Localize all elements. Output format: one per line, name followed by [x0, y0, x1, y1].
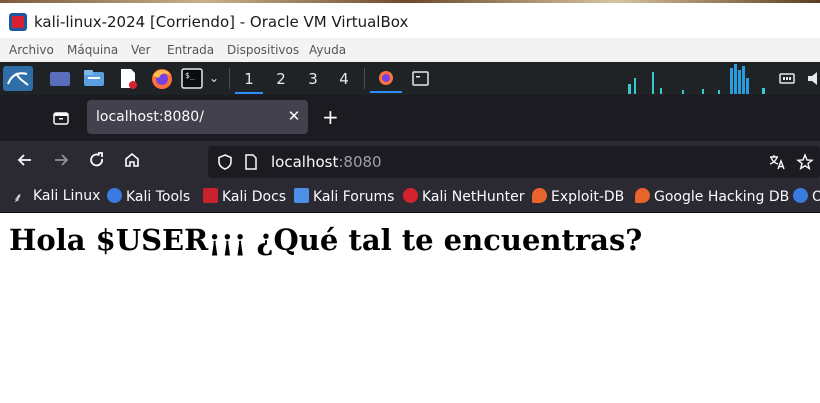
nethunter-icon	[403, 188, 418, 203]
browser-tab-strip: localhost:8080/ ✕ +	[0, 95, 820, 141]
terminal-icon[interactable]: $_	[181, 66, 203, 91]
workspace-3[interactable]: 3	[299, 66, 327, 92]
url-bar[interactable]: localhost:8080	[208, 146, 820, 178]
bookmark-label: Exploit-DB	[551, 189, 625, 205]
virtualbox-menubar: Archivo Máquina Ver Entrada Dispositivos…	[0, 38, 820, 62]
new-tab-icon[interactable]: +	[322, 107, 340, 127]
bookmark-label: Kali Docs	[222, 189, 287, 205]
kali-docs-icon	[203, 188, 218, 203]
back-arrow-icon[interactable]	[16, 151, 34, 169]
bookmark-label: Kali Tools	[126, 189, 191, 205]
bookmark-kali-docs[interactable]: Kali Docs	[203, 188, 286, 206]
firefox-icon[interactable]	[150, 66, 174, 91]
kali-tools-icon	[107, 188, 122, 203]
menu-archivo[interactable]: Archivo	[9, 43, 54, 57]
page-content: Hola $USER¡¡¡ ¿Qué tal te encuentras?	[0, 213, 820, 403]
bookmark-exploit-db[interactable]: Exploit-DB	[532, 188, 624, 206]
bookmark-overflow-icon	[793, 188, 808, 203]
url-host: localhost	[271, 153, 339, 171]
bookmark-label: O	[812, 189, 820, 205]
kali-menu-icon[interactable]	[3, 66, 33, 91]
bookmark-label: Kali Forums	[313, 189, 395, 205]
tab-localhost[interactable]: localhost:8080/ ✕	[87, 100, 308, 134]
network-icon[interactable]	[778, 66, 796, 91]
taskbar-terminal-window[interactable]	[410, 66, 432, 91]
window-title: kali-linux-2024 [Corriendo] - Oracle VM …	[34, 13, 409, 31]
url-text[interactable]: localhost:8080	[271, 153, 382, 171]
home-icon[interactable]	[123, 151, 141, 169]
menu-ver[interactable]: Ver	[131, 43, 151, 57]
bookmark-kali-forums[interactable]: Kali Forums	[294, 188, 394, 206]
reload-icon[interactable]	[88, 151, 106, 169]
bookmark-overflow[interactable]: O	[793, 188, 820, 206]
workspace-4[interactable]: 4	[330, 66, 358, 92]
bookmarks-toolbar: ⸙ Kali Linux Kali Tools Kali Docs Kali Fo…	[0, 181, 820, 213]
page-heading: Hola $USER¡¡¡ ¿Qué tal te encuentras?	[9, 223, 643, 257]
bookmark-kali-tools[interactable]: Kali Tools	[107, 188, 190, 206]
kali-dragon-icon: ⸙	[13, 191, 23, 206]
taskbar-firefox-window[interactable]	[370, 66, 402, 93]
virtualbox-logo-icon	[9, 13, 27, 31]
browser-navigation-bar: localhost:8080	[0, 141, 820, 181]
bookmark-google-hacking-db[interactable]: Google Hacking DB	[635, 188, 789, 206]
bookmark-kali-nethunter[interactable]: Kali NetHunter	[403, 188, 524, 206]
cpu-network-graph	[628, 64, 765, 94]
bookmark-kali-linux[interactable]: ⸙ Kali Linux	[13, 188, 100, 206]
speaker-icon[interactable]	[806, 66, 820, 91]
menu-entrada[interactable]: Entrada	[167, 43, 214, 57]
workspace-1[interactable]: 1	[235, 66, 263, 94]
chevron-down-icon[interactable]: ⌄	[206, 66, 222, 91]
kali-forums-icon	[294, 188, 309, 203]
bookmark-label: Kali Linux	[33, 188, 101, 204]
file-manager-icon[interactable]	[82, 66, 106, 91]
menu-dispositivos[interactable]: Dispositivos	[227, 43, 299, 57]
tab-title: localhost:8080/	[96, 109, 204, 125]
translate-icon[interactable]	[768, 153, 786, 171]
desktop-icon[interactable]	[48, 66, 72, 91]
forward-arrow-icon[interactable]	[52, 151, 70, 169]
url-port: :8080	[338, 153, 382, 171]
shield-icon[interactable]	[216, 153, 234, 171]
panel-separator	[229, 68, 230, 89]
panel-separator	[364, 68, 365, 89]
menu-maquina[interactable]: Máquina	[67, 43, 118, 57]
close-tab-icon[interactable]: ✕	[285, 106, 303, 126]
workspace-2[interactable]: 2	[267, 66, 295, 92]
svg-text:$_: $_	[185, 71, 195, 80]
exploit-db-icon	[532, 188, 547, 203]
bookmark-label: Kali NetHunter	[422, 189, 525, 205]
bookmark-star-icon[interactable]	[796, 153, 814, 171]
ghdb-icon	[635, 188, 650, 203]
kali-top-panel: $_ ⌄ 1 2 3 4	[0, 62, 820, 95]
text-editor-icon[interactable]	[116, 66, 140, 91]
window-titlebar: kali-linux-2024 [Corriendo] - Oracle VM …	[0, 3, 820, 38]
menu-ayuda[interactable]: Ayuda	[309, 43, 346, 57]
firefox-view-icon[interactable]	[52, 109, 70, 127]
page-icon[interactable]	[243, 153, 259, 171]
bookmark-label: Google Hacking DB	[654, 189, 790, 205]
